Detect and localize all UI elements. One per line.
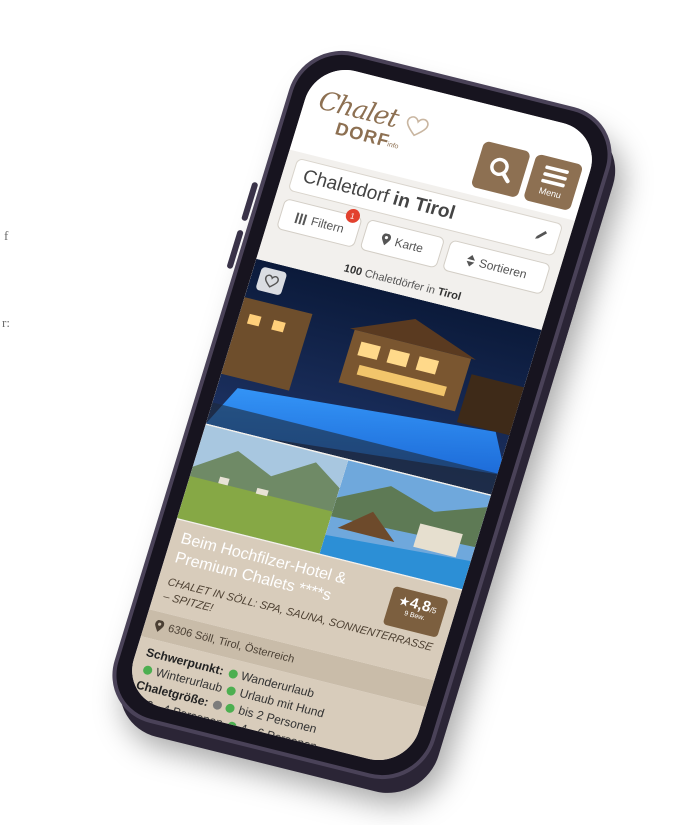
search-title-region: in Tirol xyxy=(390,188,458,224)
search-button[interactable] xyxy=(470,139,532,198)
filter-label: Filtern xyxy=(309,213,346,236)
rating-max: /5 xyxy=(428,604,438,616)
check-icon xyxy=(132,696,144,708)
check-icon xyxy=(224,702,237,714)
margin-mark-a: f xyxy=(4,228,9,243)
logo-suffix: info xyxy=(386,140,400,151)
phone-mockup: Chalet DORF info Menu Chaletdorf in Tiro… xyxy=(99,39,625,790)
pencil-icon[interactable] xyxy=(532,226,550,243)
check-icon xyxy=(227,668,239,679)
results-count-region: Tirol xyxy=(436,285,463,303)
hamburger-icon xyxy=(541,164,569,187)
site-logo[interactable]: Chalet DORF info xyxy=(307,85,440,168)
filter-count-badge: 1 xyxy=(343,206,362,224)
sort-icon xyxy=(466,254,475,266)
sliders-icon xyxy=(294,211,308,225)
map-pin-icon xyxy=(381,232,392,245)
logo-heart-icon xyxy=(406,115,429,136)
check-icon xyxy=(142,664,154,676)
phone-screen: Chalet DORF info Menu Chaletdorf in Tiro… xyxy=(122,61,602,768)
check-icon xyxy=(226,720,238,732)
phone-frame: Chalet DORF info Menu Chaletdorf in Tiro… xyxy=(99,39,625,790)
menu-button[interactable]: Menu xyxy=(522,153,584,211)
rating-badge: ★4,8/5 9 Bew. xyxy=(382,585,449,638)
margin-mark-b: r: xyxy=(2,315,10,330)
search-title-main: Chaletdorf xyxy=(300,165,392,208)
map-label: Karte xyxy=(393,234,425,256)
heart-icon xyxy=(264,273,279,288)
location-pin-icon xyxy=(155,619,165,632)
results-count-number: 100 xyxy=(342,262,364,278)
info-icon[interactable] xyxy=(212,699,224,711)
search-icon xyxy=(490,157,510,183)
check-icon xyxy=(225,685,238,697)
sort-label: Sortieren xyxy=(477,255,529,281)
